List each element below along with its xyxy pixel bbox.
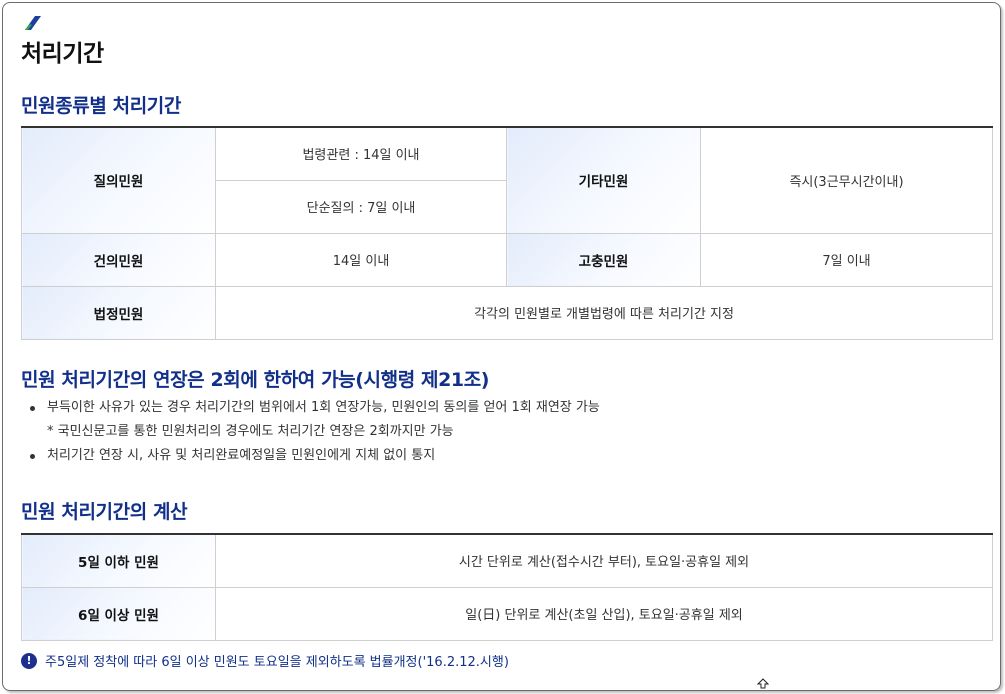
sub-note-text: * 국민신문고를 통한 민원처리의 경우에도 처리기간 연장은 2회까지만 가능 [47,424,454,439]
calculation-table: 5일 이하 민원 시간 단위로 계산(접수시간 부터), 토요일·공휴일 제외 … [21,533,993,641]
statutory-value: 각각의 민원별로 개별법령에 따른 처리기간 지정 [215,285,993,340]
table-row-label: 6일 이상 민원 [21,586,216,641]
law-revision-note: ! 주5일제 정착에 따라 6일 이상 민원도 토요일을 제외하도록 법률개정('… [21,651,509,670]
section-title-extension: 민원 처리기간의 연장은 2회에 한하여 가능(시행령 제21조) [21,369,490,391]
other-label: 기타민원 [506,126,701,234]
exclamation-circle-icon: ! [21,652,37,669]
inquiry-label: 질의민원 [21,126,216,234]
grievance-value: 7일 이내 [700,232,993,287]
bullet-text: 부득이한 사유가 있는 경우 처리기간의 범위에서 1회 연장가능, 민원인의 … [47,400,600,415]
inquiry-law-value: 법령관련 : 14일 이내 [215,126,507,181]
section-title-types: 민원종류별 처리기간 [21,95,181,117]
page-title: 처리기간 [21,41,104,67]
bullet-text: 처리기간 연장 시, 사유 및 처리완료예정일을 민원인에게 지체 없이 통지 [47,448,436,463]
note-text: 주5일제 정착에 따라 6일 이상 민원도 토요일을 제외하도록 법률개정('1… [45,655,509,670]
bullet-icon [30,406,35,411]
suggestion-label: 건의민원 [21,232,216,287]
statutory-label: 법정민원 [21,285,216,340]
table-row-value: 일(日) 단위로 계산(초일 산입), 토요일·공휴일 제외 [215,586,993,641]
other-value: 즉시(3근무시간이내) [700,126,993,234]
table-row-label: 5일 이하 민원 [21,533,216,588]
suggestion-value: 14일 이내 [215,232,507,287]
processing-period-table: 질의민원 법령관련 : 14일 이내 기타민원 즉시(3근무시간이내) 단순질의… [21,126,993,340]
table-row-value: 시간 단위로 계산(접수시간 부터), 토요일·공휴일 제외 [215,533,993,588]
mouse-cursor-icon [757,678,769,689]
slash-logo-icon [25,16,41,30]
section-title-calculation: 민원 처리기간의 계산 [21,501,188,523]
bullet-icon [30,454,35,459]
inquiry-simple-value: 단순질의 : 7일 이내 [215,179,507,234]
grievance-label: 고충민원 [506,232,701,287]
